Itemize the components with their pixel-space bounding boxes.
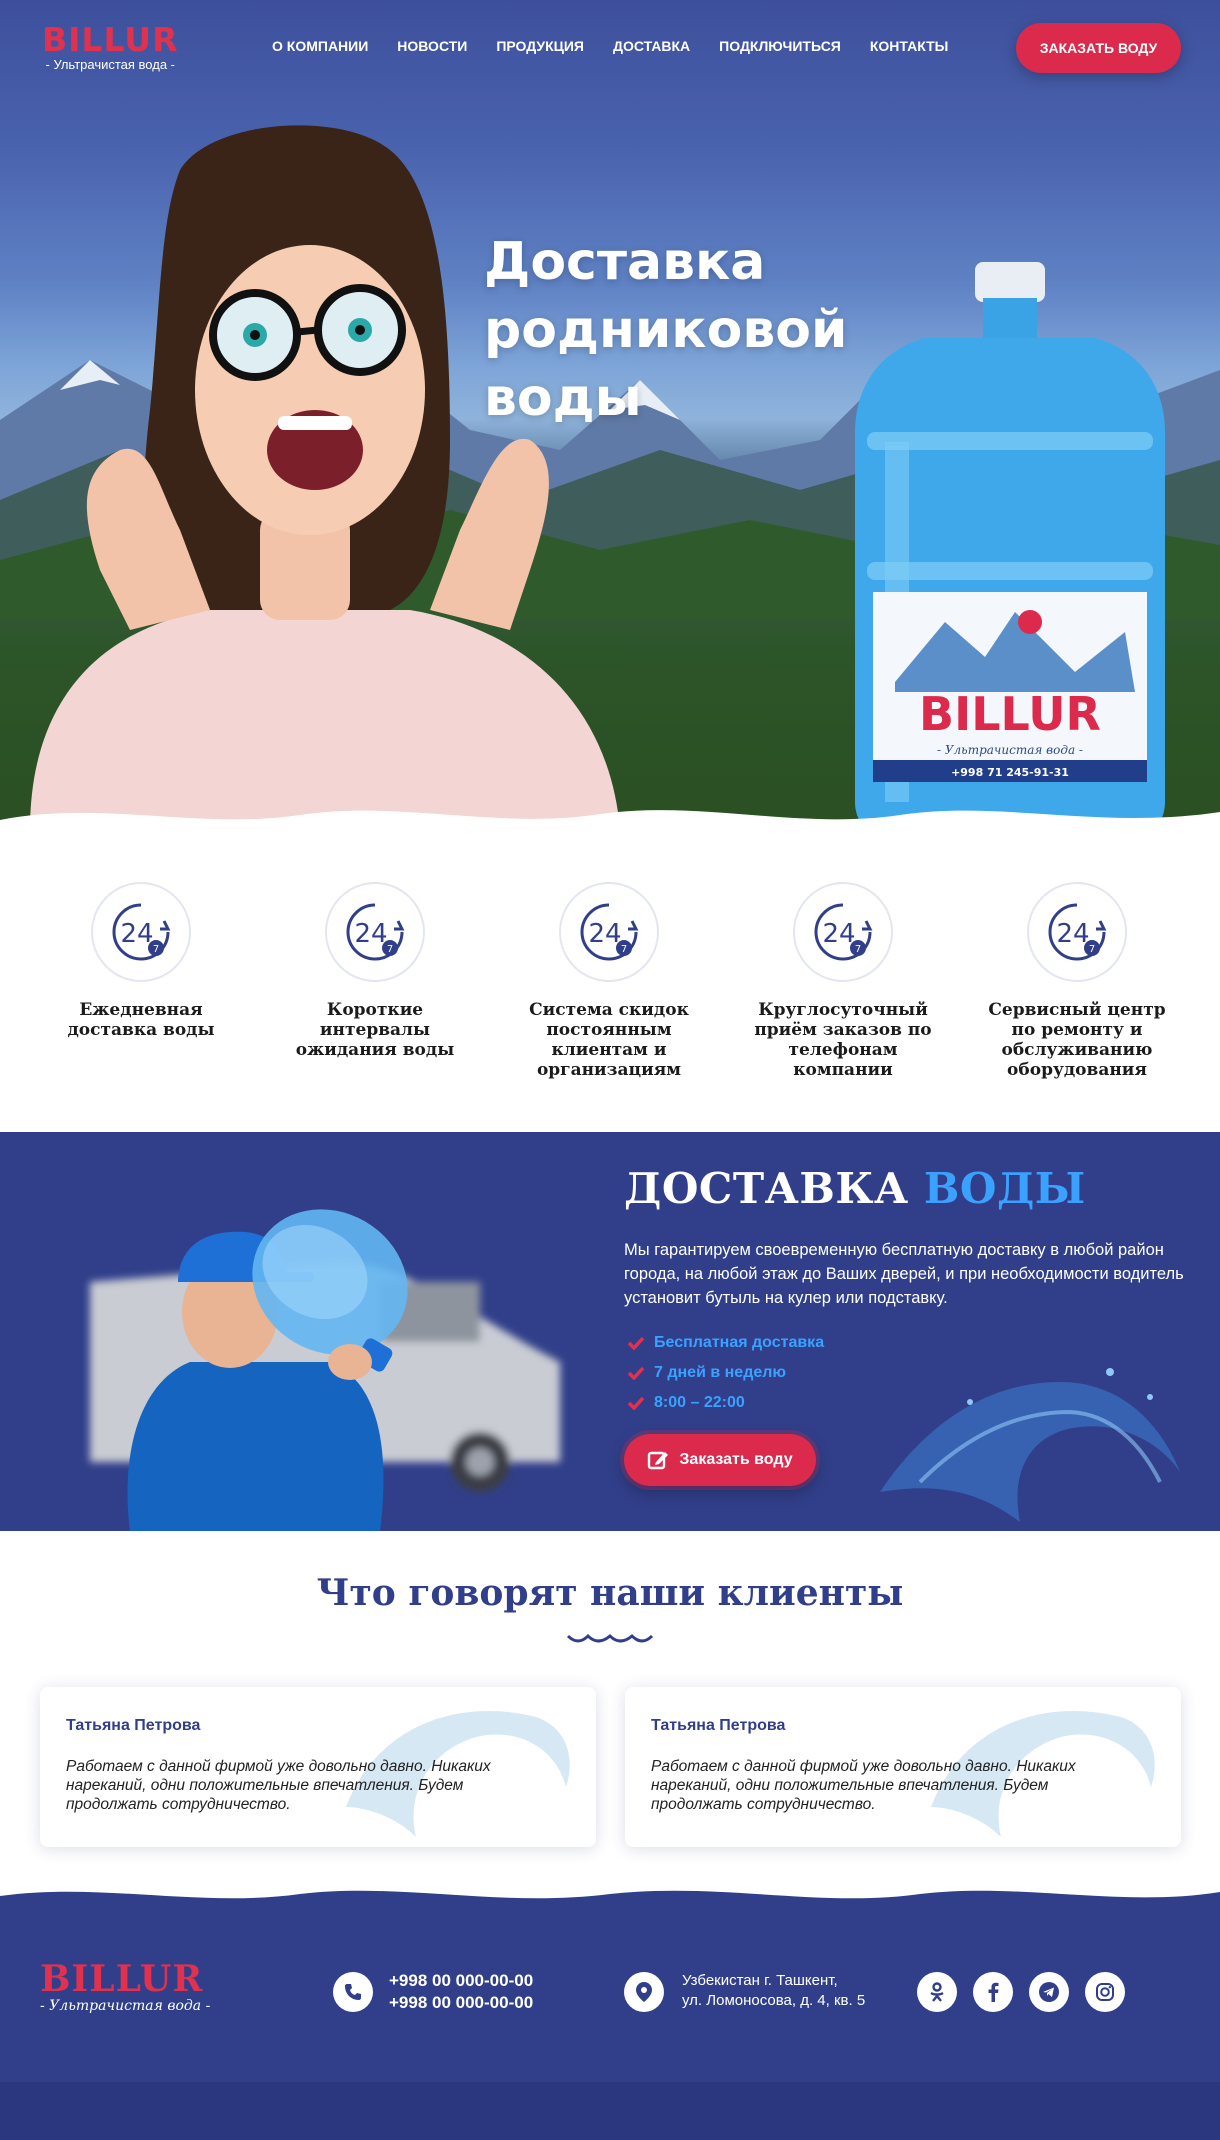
- feature-item: 24 7 Сервисный центр по ремонту и обслужи…: [977, 882, 1177, 1080]
- feature-item: 24 7 Система скидок постоянным клиентам и…: [509, 882, 709, 1080]
- footer-bottom-bar: [0, 2082, 1220, 2140]
- facebook-icon[interactable]: [973, 1972, 1013, 2012]
- svg-text:24: 24: [1056, 919, 1089, 949]
- clock-24-icon: 24 7: [325, 882, 425, 982]
- address-line: Узбекистан г. Ташкент,: [682, 1972, 838, 1989]
- feature-item: 24 7 Ежедневная доставка воды: [41, 882, 241, 1040]
- bottle-phone: +998 71 245-91-31: [951, 766, 1069, 779]
- svg-text:7: 7: [621, 944, 627, 955]
- nav-item-news[interactable]: НОВОСТИ: [397, 38, 467, 54]
- review-card: Татьяна Петрова Работаем с данной фирмой…: [625, 1687, 1181, 1847]
- check-label: 7 дней в неделю: [654, 1364, 787, 1381]
- review-text: Работаем с данной фирмой уже довольно да…: [66, 1758, 491, 1813]
- bottle-brand: BILLUR: [919, 687, 1101, 741]
- delivery-title: ДОСТАВКА ВОДЫ: [624, 1164, 1086, 1213]
- courier-photo: [90, 1209, 560, 1531]
- check-item: Бесплатная доставка: [626, 1328, 824, 1358]
- order-water-button[interactable]: Заказать воду: [624, 1434, 816, 1486]
- clock-24-icon: 24 7: [91, 882, 191, 982]
- edit-icon: [648, 1451, 669, 1470]
- features-section: 24 7 Ежедневная доставка воды 24 7 Коротки…: [0, 860, 1220, 1130]
- logo-title: BILLUR: [42, 20, 179, 59]
- phone-number[interactable]: +998 00 000-00-00: [389, 1970, 533, 1992]
- feature-item: 24 7 Короткие интервалы ожидания воды: [275, 882, 475, 1060]
- footer-logo-subtitle: - Ультрачистая вода -: [40, 1998, 211, 2014]
- svg-text:7: 7: [1089, 944, 1095, 955]
- order-water-button-label: Заказать воду: [679, 1451, 793, 1468]
- feature-text: Круглосуточный приём заказов по телефона…: [754, 1000, 932, 1080]
- footer-address: Узбекистан г. Ташкент, ул. Ломоносова, д…: [682, 1971, 865, 2011]
- location-pin-icon: [624, 1972, 664, 2012]
- checkmark-icon: [627, 1396, 645, 1410]
- logo[interactable]: BILLUR - Ультрачистая вода -: [42, 22, 179, 72]
- nav-item-delivery[interactable]: ДОСТАВКА: [613, 38, 690, 54]
- main-nav: О КОМПАНИИ НОВОСТИ ПРОДУКЦИЯ ДОСТАВКА ПО…: [272, 38, 977, 54]
- delivery-checklist: Бесплатная доставка 7 дней в неделю 8:00…: [626, 1328, 824, 1418]
- feature-text: Короткие интервалы ожидания воды: [295, 1000, 455, 1060]
- review-text: Работаем с данной фирмой уже довольно да…: [651, 1758, 1076, 1813]
- delivery-title-accent: ВОДЫ: [923, 1164, 1086, 1213]
- phone-number[interactable]: +998 00 000-00-00: [389, 1992, 533, 2014]
- svg-text:24: 24: [588, 919, 621, 949]
- footer-logo[interactable]: BILLUR - Ультрачистая вода -: [40, 1960, 210, 2014]
- delivery-title-main: ДОСТАВКА: [624, 1164, 909, 1213]
- water-bottle-image: BILLUR - Ультрачистая вода - +998 71 245…: [855, 262, 1165, 836]
- clock-24-icon: 24 7: [559, 882, 659, 982]
- checkmark-icon: [627, 1366, 645, 1380]
- feature-text: Ежедневная доставка воды: [67, 1000, 215, 1040]
- checkmark-icon: [627, 1336, 645, 1350]
- site-footer: BILLUR - Ультрачистая вода - +998 00 000…: [0, 1900, 1220, 2082]
- footer-phones: +998 00 000-00-00 +998 00 000-00-00: [389, 1970, 533, 2014]
- instagram-icon[interactable]: [1085, 1972, 1125, 2012]
- footer-logo-title: BILLUR: [40, 1958, 204, 2000]
- feature-item: 24 7 Круглосуточный приём заказов по теле…: [743, 882, 943, 1080]
- delivery-section: ДОСТАВКА ВОДЫ Мы гарантируем своевременн…: [0, 1132, 1220, 1531]
- hero-wave-divider: [0, 810, 1220, 836]
- wave-underline-icon: [566, 1633, 654, 1643]
- review-author: Татьяна Петрова: [651, 1717, 786, 1734]
- nav-item-about[interactable]: О КОМПАНИИ: [272, 38, 368, 54]
- reviews-title: Что говорят наши клиенты: [316, 1572, 904, 1614]
- hero-section: BILLUR - Ультрачистая вода - О КОМПАНИИ …: [0, 0, 1220, 836]
- delivery-description: Мы гарантируем своевременную бесплатную …: [624, 1241, 1184, 1307]
- telegram-icon[interactable]: [1029, 1972, 1069, 2012]
- clock-24-icon: 24 7: [1027, 882, 1127, 982]
- check-item: 7 дней в неделю: [626, 1358, 824, 1388]
- svg-text:7: 7: [855, 944, 861, 955]
- svg-text:24: 24: [822, 919, 855, 949]
- check-label: Бесплатная доставка: [654, 1334, 825, 1351]
- phone-icon: [333, 1972, 373, 2012]
- nav-item-products[interactable]: ПРОДУКЦИЯ: [496, 38, 584, 54]
- svg-text:7: 7: [153, 944, 159, 955]
- site-header: BILLUR - Ультрачистая вода - О КОМПАНИИ …: [0, 0, 1220, 95]
- woman-photo: [30, 125, 620, 830]
- order-water-button-header[interactable]: ЗАКАЗАТЬ ВОДУ: [1016, 23, 1181, 73]
- bottle-subtitle: - Ультрачистая вода -: [937, 743, 1083, 757]
- feature-text: Сервисный центр по ремонту и обслуживани…: [988, 1000, 1166, 1080]
- review-card: Татьяна Петрова Работаем с данной фирмой…: [40, 1687, 596, 1847]
- check-label: 8:00 – 22:00: [654, 1394, 745, 1411]
- address-line: ул. Ломоносова, д. 4, кв. 5: [682, 1992, 866, 2009]
- water-splash-image: [880, 1368, 1180, 1522]
- nav-item-contacts[interactable]: КОНТАКТЫ: [870, 38, 948, 54]
- nav-item-connect[interactable]: ПОДКЛЮЧИТЬСЯ: [719, 38, 841, 54]
- svg-text:24: 24: [120, 919, 153, 949]
- check-item: 8:00 – 22:00: [626, 1388, 824, 1418]
- svg-text:7: 7: [387, 944, 393, 955]
- review-author: Татьяна Петрова: [66, 1717, 201, 1734]
- svg-text:24: 24: [354, 919, 387, 949]
- odnoklassniki-icon[interactable]: [917, 1972, 957, 2012]
- feature-text: Система скидок постоянным клиентам и орг…: [529, 1000, 689, 1080]
- clock-24-icon: 24 7: [793, 882, 893, 982]
- logo-subtitle: - Ультрачистая вода -: [45, 57, 176, 72]
